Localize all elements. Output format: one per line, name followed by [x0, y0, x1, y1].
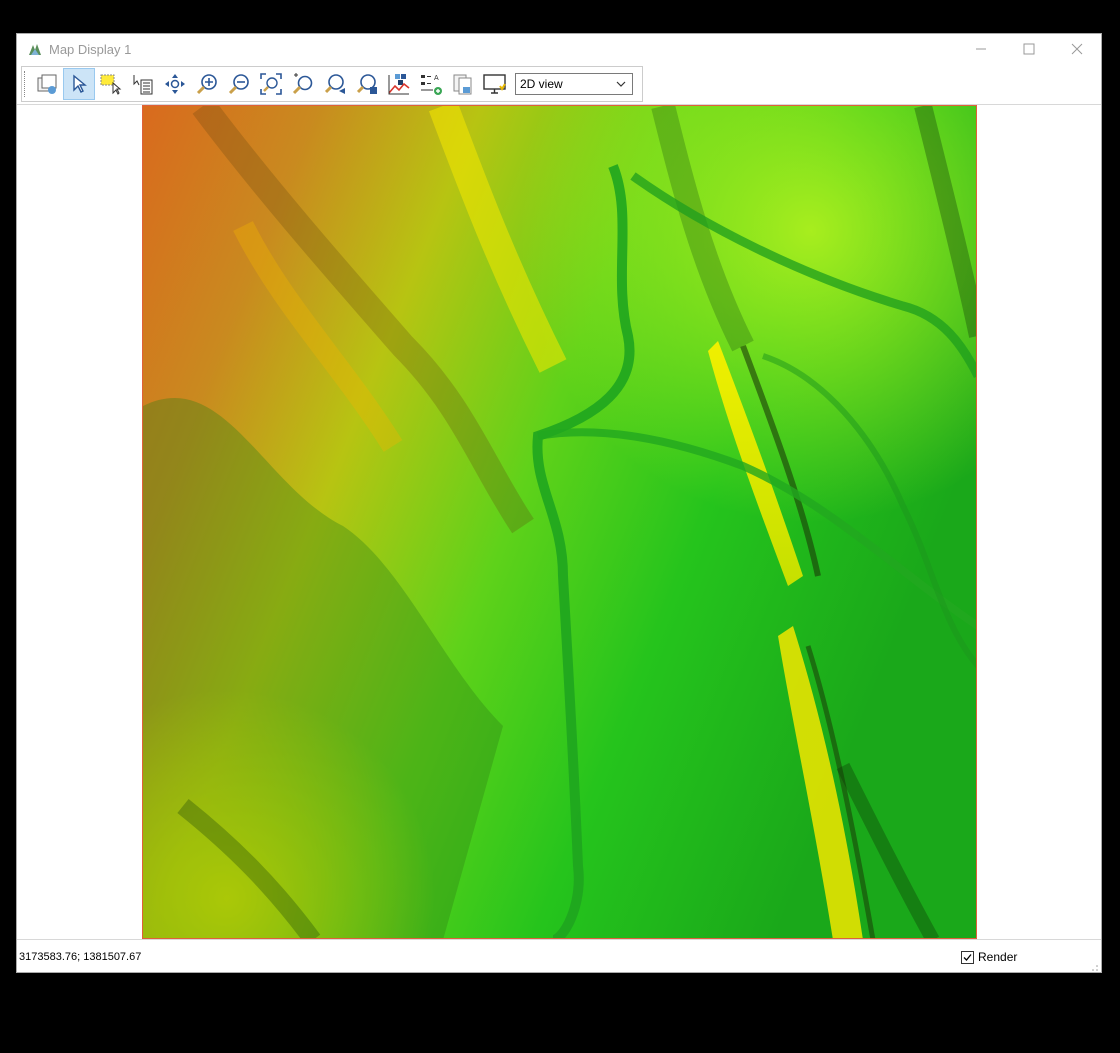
- zoom-window-button[interactable]: [287, 68, 319, 100]
- legend-icon: A: [421, 75, 442, 95]
- maximize-icon: [1023, 43, 1035, 55]
- layers-icon: [37, 74, 57, 94]
- zoom-extent-icon: [260, 73, 282, 95]
- cursor-coordinates: 3173583.76; 1381507.67: [19, 951, 142, 963]
- view-mode-select[interactable]: 2D view: [515, 73, 633, 95]
- maximize-button[interactable]: [1005, 34, 1053, 64]
- map-display-window: Map Display 1 A 2D view 3173583.76; 1381…: [16, 33, 1102, 973]
- chevron-down-icon: [616, 81, 626, 87]
- zoom-extent-button[interactable]: [255, 68, 287, 100]
- zoom-next-button[interactable]: [351, 68, 383, 100]
- rectangle-select-button[interactable]: [95, 68, 127, 100]
- pointer-icon: [73, 74, 87, 93]
- checkmark-icon: [963, 953, 972, 961]
- rectangle-select-icon: [100, 74, 122, 95]
- identify-button[interactable]: [127, 68, 159, 100]
- minimize-button[interactable]: [957, 34, 1005, 64]
- title-bar[interactable]: Map Display 1: [17, 34, 1101, 64]
- pan-icon: [165, 74, 185, 94]
- render-checkbox[interactable]: [961, 950, 974, 964]
- zoom-out-icon: [228, 74, 249, 95]
- copy-icon: [453, 74, 472, 95]
- render-label: Render: [978, 950, 1018, 964]
- render-toggle[interactable]: Render: [961, 950, 1017, 964]
- display-icon: [483, 74, 506, 94]
- zoom-next-icon: [356, 74, 377, 94]
- status-bar: 3173583.76; 1381507.67 Render: [17, 939, 1101, 974]
- profile-icon: [388, 74, 410, 95]
- zoom-previous-icon: [324, 74, 345, 94]
- close-icon: [1071, 43, 1083, 55]
- close-button[interactable]: [1053, 34, 1101, 64]
- copy-button[interactable]: [447, 68, 479, 100]
- toolbar-grip[interactable]: [24, 71, 27, 97]
- zoom-previous-button[interactable]: [319, 68, 351, 100]
- svg-text:A: A: [434, 75, 439, 82]
- display-button[interactable]: [479, 68, 511, 100]
- zoom-out-button[interactable]: [223, 68, 255, 100]
- layers-button[interactable]: [31, 68, 63, 100]
- map-toolbar: A 2D view: [21, 66, 643, 102]
- select-pointer-button[interactable]: [63, 68, 95, 100]
- pan-button[interactable]: [159, 68, 191, 100]
- window-title: Map Display 1: [49, 41, 132, 57]
- zoom-in-button[interactable]: [191, 68, 223, 100]
- identify-icon: [133, 75, 153, 95]
- app-icon: [29, 44, 41, 55]
- minimize-icon: [976, 48, 986, 50]
- resize-grip-icon[interactable]: [1091, 964, 1099, 972]
- view-mode-value: 2D view: [520, 77, 563, 91]
- legend-button[interactable]: A: [415, 68, 447, 100]
- map-canvas[interactable]: [142, 105, 977, 939]
- profile-button[interactable]: [383, 68, 415, 100]
- zoom-window-icon: [292, 73, 313, 95]
- elevation-hillshade-map: [143, 106, 976, 938]
- zoom-in-icon: [196, 74, 217, 95]
